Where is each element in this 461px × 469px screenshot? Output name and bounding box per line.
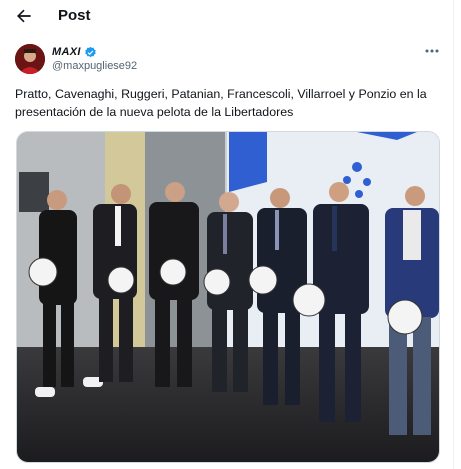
post-photo[interactable] <box>16 131 440 463</box>
avatar-image <box>15 44 45 74</box>
verified-badge-icon <box>84 46 96 57</box>
post-page: Post MAXI @maxpugliese92 Pratto, Cavenag… <box>0 0 454 469</box>
arrow-left-icon[interactable] <box>14 6 34 26</box>
post-text: Pratto, Cavenaghi, Ruggeri, Patanian, Fr… <box>15 87 427 119</box>
top-bar: Post <box>0 0 453 34</box>
author-handle[interactable]: @maxpugliese92 <box>52 60 137 72</box>
avatar[interactable] <box>15 44 45 74</box>
photo-icon <box>17 132 439 462</box>
more-horizontal-icon[interactable] <box>424 44 440 58</box>
page-title: Post <box>58 7 91 24</box>
author-row: MAXI <box>52 44 97 60</box>
display-name[interactable]: MAXI <box>52 46 81 58</box>
